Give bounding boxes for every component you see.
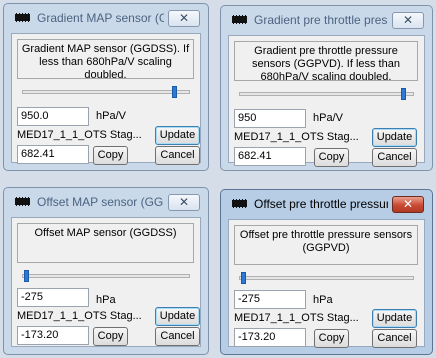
chip-icon [232,15,247,24]
source-label: MED17_1_1_OTS Stag... [234,131,359,143]
slider-thumb[interactable] [401,88,406,100]
slider-track[interactable] [239,276,414,280]
copy-button[interactable]: Copy [314,148,349,167]
slider-thumb[interactable] [24,270,29,282]
offset-map-sensor-dialog: Offset MAP sensor (GGDSS) ✕ Offset MAP s… [3,187,209,355]
computed-value-field[interactable]: -173.20 [234,328,306,347]
unit-label: hPa [96,294,116,306]
copy-button[interactable]: Copy [93,146,128,165]
dialog-body: Offset pre throttle pressure sensors (GG… [228,219,425,348]
dialog-body: Offset MAP sensor (GGDSS) -275 hPa MED17… [11,217,201,347]
close-button[interactable]: ✕ [168,194,200,211]
slider-thumb[interactable] [172,86,177,98]
slider-track[interactable] [239,92,414,96]
dialog-title: Gradient MAP sensor (GGDSS) [37,11,164,25]
dialog-title: Gradient pre throttle pressure sensors (… [254,13,388,27]
chip-icon [15,197,30,206]
cancel-button[interactable]: Cancel [372,148,417,167]
value-input[interactable]: 950.0 [17,107,89,126]
cancel-button[interactable]: Cancel [155,146,200,165]
close-button[interactable]: ✕ [392,196,424,213]
dialog-title: Offset MAP sensor (GGDSS) [37,195,164,209]
offset-pre-throttle-dialog: Offset pre throttle pressure sensors (GG… [220,189,433,355]
value-input[interactable]: -275 [17,288,89,307]
value-input[interactable]: -275 [234,290,306,309]
description-text: Offset MAP sensor (GGDSS) [17,223,194,263]
title-bar[interactable]: Gradient MAP sensor (GGDSS) ✕ [4,4,208,31]
update-button[interactable]: Update [155,126,200,145]
dialog-title: Offset pre throttle pressure sensors (GG… [254,197,388,211]
copy-button[interactable]: Copy [93,327,128,346]
cancel-button[interactable]: Cancel [372,329,417,348]
chip-icon [232,199,247,208]
description-text: Gradient MAP sensor (GGDSS). If less tha… [17,39,194,79]
slider-track[interactable] [22,90,190,94]
description-text: Gradient pre throttle pressure sensors (… [234,41,418,81]
slider-track[interactable] [22,274,190,278]
gradient-pre-throttle-dialog: Gradient pre throttle pressure sensors (… [220,5,433,171]
dialog-body: Gradient pre throttle pressure sensors (… [228,35,425,167]
unit-label: hPa/V [313,112,343,124]
computed-value-field[interactable]: -173.20 [17,326,89,345]
unit-label: hPa/V [96,110,126,122]
close-button[interactable]: ✕ [168,10,200,27]
update-button[interactable]: Update [372,128,417,147]
cancel-button[interactable]: Cancel [155,327,200,346]
title-bar[interactable]: Offset pre throttle pressure sensors (GG… [221,190,432,217]
copy-button[interactable]: Copy [314,329,349,348]
update-button[interactable]: Update [372,309,417,328]
source-label: MED17_1_1_OTS Stag... [234,312,359,324]
dialog-body: Gradient MAP sensor (GGDSS). If less tha… [11,33,201,165]
source-label: MED17_1_1_OTS Stag... [17,310,142,322]
computed-value-field[interactable]: 682.41 [234,147,306,166]
description-text: Offset pre throttle pressure sensors (GG… [234,225,418,265]
title-bar[interactable]: Offset MAP sensor (GGDSS) ✕ [4,188,208,215]
chip-icon [15,13,30,22]
slider-thumb[interactable] [241,272,246,284]
title-bar[interactable]: Gradient pre throttle pressure sensors (… [221,6,432,33]
gradient-map-sensor-dialog: Gradient MAP sensor (GGDSS) ✕ Gradient M… [3,3,209,171]
computed-value-field[interactable]: 682.41 [17,145,89,164]
unit-label: hPa [313,294,333,306]
source-label: MED17_1_1_OTS Stag... [17,129,142,141]
close-button[interactable]: ✕ [392,12,424,29]
update-button[interactable]: Update [155,307,200,326]
value-input[interactable]: 950 [234,109,306,128]
